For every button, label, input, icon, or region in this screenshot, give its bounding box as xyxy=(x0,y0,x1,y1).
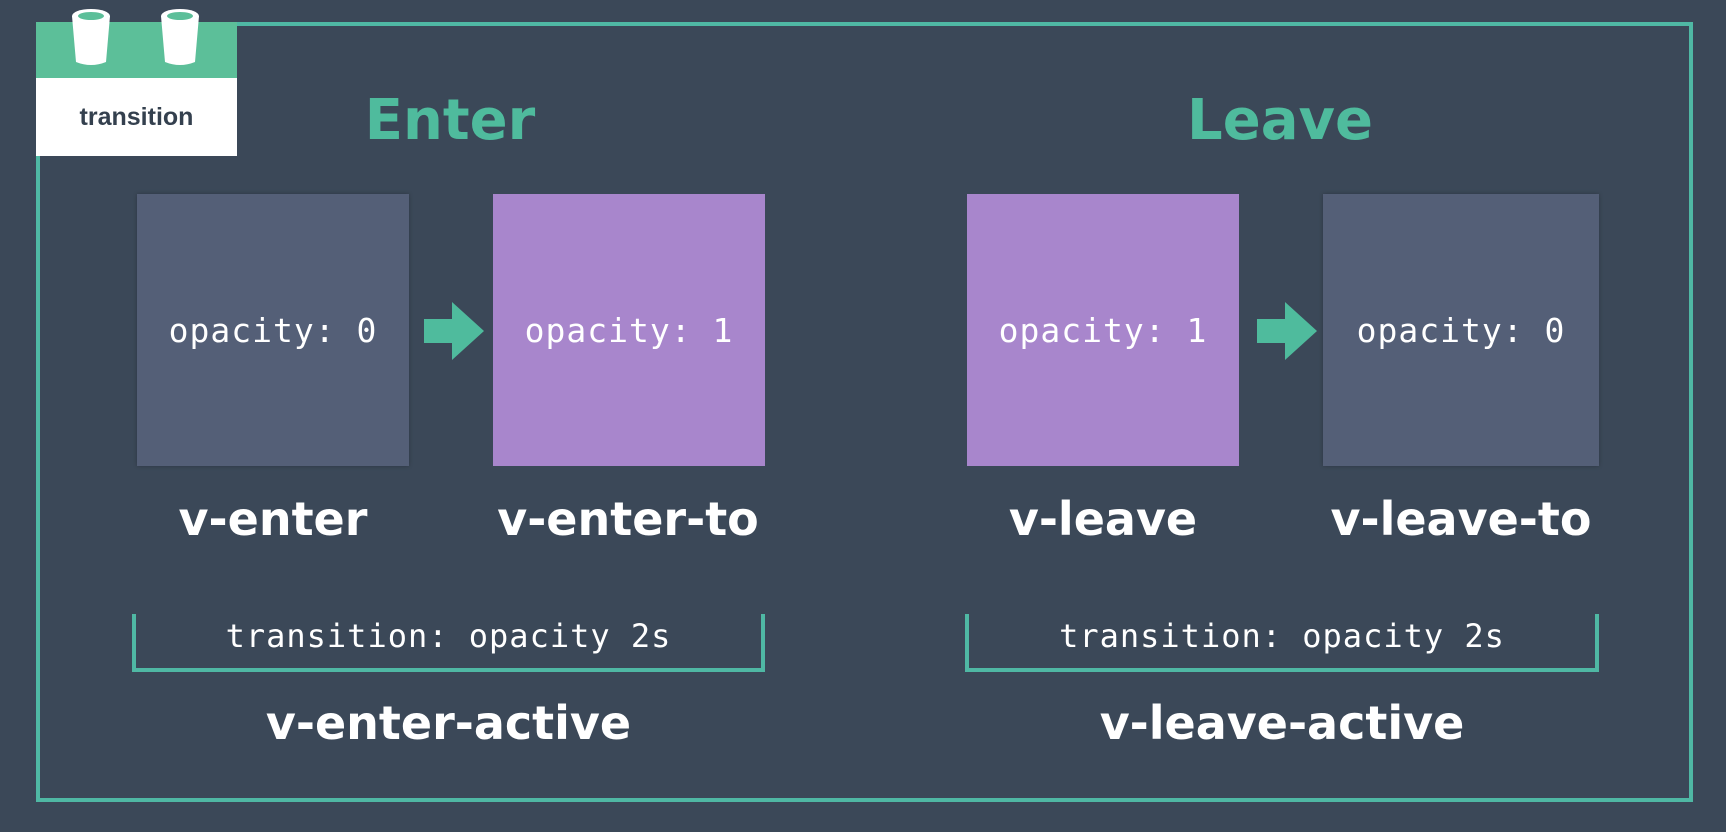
v-enter-active-label: v-enter-active xyxy=(265,696,632,750)
v-leave-active-label: v-leave-active xyxy=(1099,696,1465,750)
v-enter-box: opacity: 0 xyxy=(137,194,409,466)
leave-title: Leave xyxy=(1187,88,1373,153)
leave-transition-rule: transition: opacity 2s xyxy=(1059,617,1505,655)
v-enter-label: v-enter xyxy=(178,492,368,546)
enter-transition-rule: transition: opacity 2s xyxy=(225,617,672,655)
bucket-icon xyxy=(161,9,199,65)
v-leave-to-box: opacity: 0 xyxy=(1323,194,1599,466)
v-leave-box-text: opacity: 1 xyxy=(998,310,1208,350)
v-leave-label: v-leave xyxy=(1008,492,1198,546)
v-leave-to-label: v-leave-to xyxy=(1330,492,1592,546)
component-tab: transition xyxy=(36,9,237,156)
v-enter-to-label: v-enter-to xyxy=(497,492,759,546)
v-enter-to-box-text: opacity: 1 xyxy=(524,310,734,350)
v-enter-to-box: opacity: 1 xyxy=(493,194,765,466)
right-arrow-icon xyxy=(1257,302,1317,360)
component-tab-label: transition xyxy=(79,102,194,131)
enter-title: Enter xyxy=(364,88,536,153)
right-arrow-icon xyxy=(424,302,484,360)
v-leave-box: opacity: 1 xyxy=(967,194,1239,466)
v-leave-to-box-text: opacity: 0 xyxy=(1356,310,1566,350)
bucket-icon xyxy=(72,9,110,65)
v-enter-box-text: opacity: 0 xyxy=(168,310,378,350)
